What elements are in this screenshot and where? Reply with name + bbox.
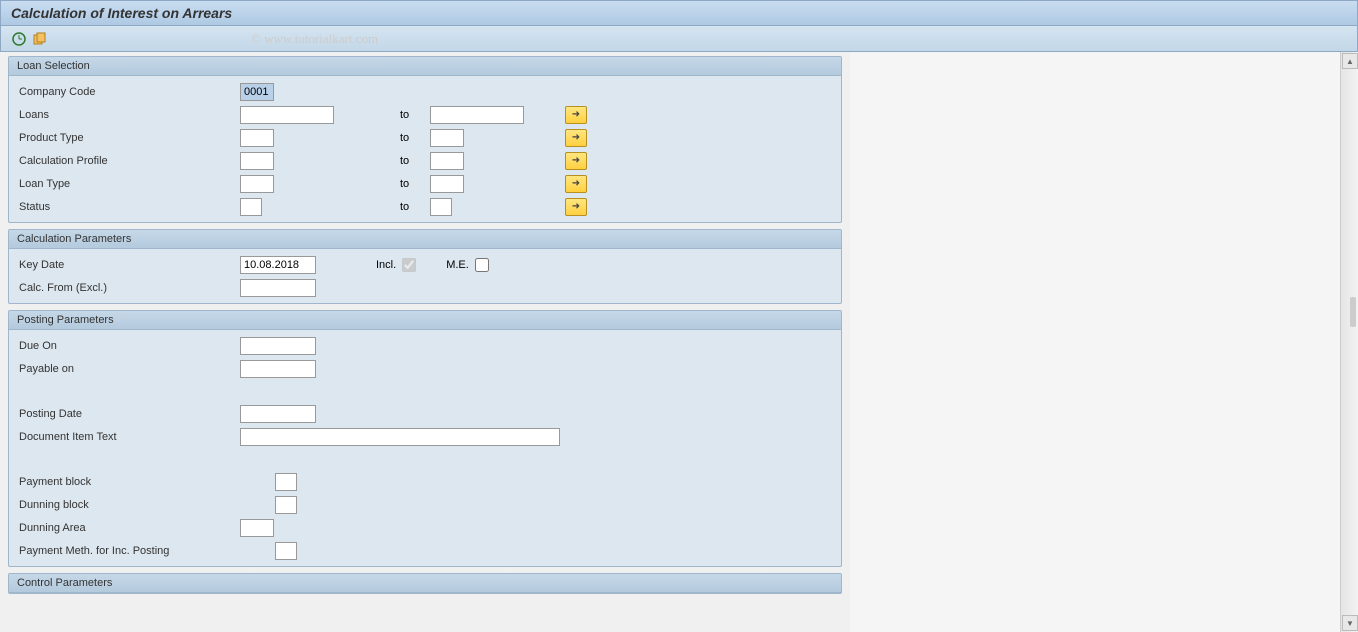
posting-date-input[interactable] bbox=[240, 405, 316, 423]
calc-profile-to-input[interactable] bbox=[430, 152, 464, 170]
window-title: Calculation of Interest on Arrears bbox=[0, 0, 1358, 26]
dunning-area-label: Dunning Area bbox=[15, 522, 240, 534]
application-toolbar: © www.tutorialkart.com bbox=[0, 26, 1358, 52]
loans-from-input[interactable] bbox=[240, 106, 334, 124]
group-control-parameters: Control Parameters bbox=[8, 573, 842, 594]
to-label: to bbox=[400, 201, 430, 213]
company-code-label: Company Code bbox=[15, 86, 240, 98]
multiple-selection-button[interactable]: ➜ bbox=[565, 106, 587, 124]
scroll-grip[interactable] bbox=[1350, 297, 1356, 327]
key-date-input[interactable] bbox=[240, 256, 316, 274]
product-type-to-input[interactable] bbox=[430, 129, 464, 147]
me-label: M.E. bbox=[446, 259, 469, 271]
loan-type-to-input[interactable] bbox=[430, 175, 464, 193]
group-header: Calculation Parameters bbox=[9, 230, 841, 249]
group-posting-parameters: Posting Parameters Due On Payable on Pos… bbox=[8, 310, 842, 567]
status-from-input[interactable] bbox=[240, 198, 262, 216]
loan-type-label: Loan Type bbox=[15, 178, 240, 190]
calc-profile-from-input[interactable] bbox=[240, 152, 274, 170]
multiple-selection-button[interactable]: ➜ bbox=[565, 198, 587, 216]
loans-label: Loans bbox=[15, 109, 240, 121]
payment-block-input[interactable] bbox=[275, 473, 297, 491]
right-blank-area: ▲ ▼ bbox=[850, 52, 1358, 632]
dunning-block-label: Dunning block bbox=[15, 499, 275, 511]
payment-block-label: Payment block bbox=[15, 476, 275, 488]
posting-date-label: Posting Date bbox=[15, 408, 240, 420]
group-calc-parameters: Calculation Parameters Key Date Incl. M.… bbox=[8, 229, 842, 304]
payable-on-label: Payable on bbox=[15, 363, 240, 375]
to-label: to bbox=[400, 132, 430, 144]
to-label: to bbox=[400, 155, 430, 167]
to-label: to bbox=[400, 178, 430, 190]
calc-from-input[interactable] bbox=[240, 279, 316, 297]
due-on-label: Due On bbox=[15, 340, 240, 352]
me-checkbox[interactable] bbox=[475, 258, 489, 272]
key-date-label: Key Date bbox=[15, 259, 240, 271]
arrow-right-icon: ➜ bbox=[572, 132, 580, 143]
scroll-up-icon[interactable]: ▲ bbox=[1342, 53, 1358, 69]
arrow-right-icon: ➜ bbox=[572, 201, 580, 212]
group-header: Loan Selection bbox=[9, 57, 841, 76]
calc-from-label: Calc. From (Excl.) bbox=[15, 282, 240, 294]
loan-type-from-input[interactable] bbox=[240, 175, 274, 193]
arrow-right-icon: ➜ bbox=[572, 178, 580, 189]
to-label: to bbox=[400, 109, 430, 121]
due-on-input[interactable] bbox=[240, 337, 316, 355]
calc-profile-label: Calculation Profile bbox=[15, 155, 240, 167]
scroll-down-icon[interactable]: ▼ bbox=[1342, 615, 1358, 631]
watermark-text: © www.tutorialkart.com bbox=[251, 31, 378, 47]
group-header: Posting Parameters bbox=[9, 311, 841, 330]
vertical-scrollbar[interactable]: ▲ ▼ bbox=[1340, 52, 1358, 632]
product-type-from-input[interactable] bbox=[240, 129, 274, 147]
arrow-right-icon: ➜ bbox=[572, 155, 580, 166]
product-type-label: Product Type bbox=[15, 132, 240, 144]
multiple-selection-button[interactable]: ➜ bbox=[565, 129, 587, 147]
dunning-block-input[interactable] bbox=[275, 496, 297, 514]
group-loan-selection: Loan Selection Company Code Loans to ➜ P… bbox=[8, 56, 842, 223]
arrow-right-icon: ➜ bbox=[572, 109, 580, 120]
doc-item-text-label: Document Item Text bbox=[15, 431, 240, 443]
incl-checkbox bbox=[402, 258, 416, 272]
variant-icon[interactable] bbox=[31, 31, 47, 47]
payable-on-input[interactable] bbox=[240, 360, 316, 378]
payment-meth-label: Payment Meth. for Inc. Posting bbox=[15, 545, 275, 557]
status-label: Status bbox=[15, 201, 240, 213]
dunning-area-input[interactable] bbox=[240, 519, 274, 537]
content-area: Loan Selection Company Code Loans to ➜ P… bbox=[0, 52, 1358, 632]
payment-meth-input[interactable] bbox=[275, 542, 297, 560]
multiple-selection-button[interactable]: ➜ bbox=[565, 175, 587, 193]
main-panel: Loan Selection Company Code Loans to ➜ P… bbox=[0, 52, 850, 632]
doc-item-text-input[interactable] bbox=[240, 428, 560, 446]
execute-icon[interactable] bbox=[11, 31, 27, 47]
status-to-input[interactable] bbox=[430, 198, 452, 216]
multiple-selection-button[interactable]: ➜ bbox=[565, 152, 587, 170]
incl-label: Incl. bbox=[376, 259, 396, 271]
loans-to-input[interactable] bbox=[430, 106, 524, 124]
company-code-input[interactable] bbox=[240, 83, 274, 101]
group-header: Control Parameters bbox=[9, 574, 841, 593]
